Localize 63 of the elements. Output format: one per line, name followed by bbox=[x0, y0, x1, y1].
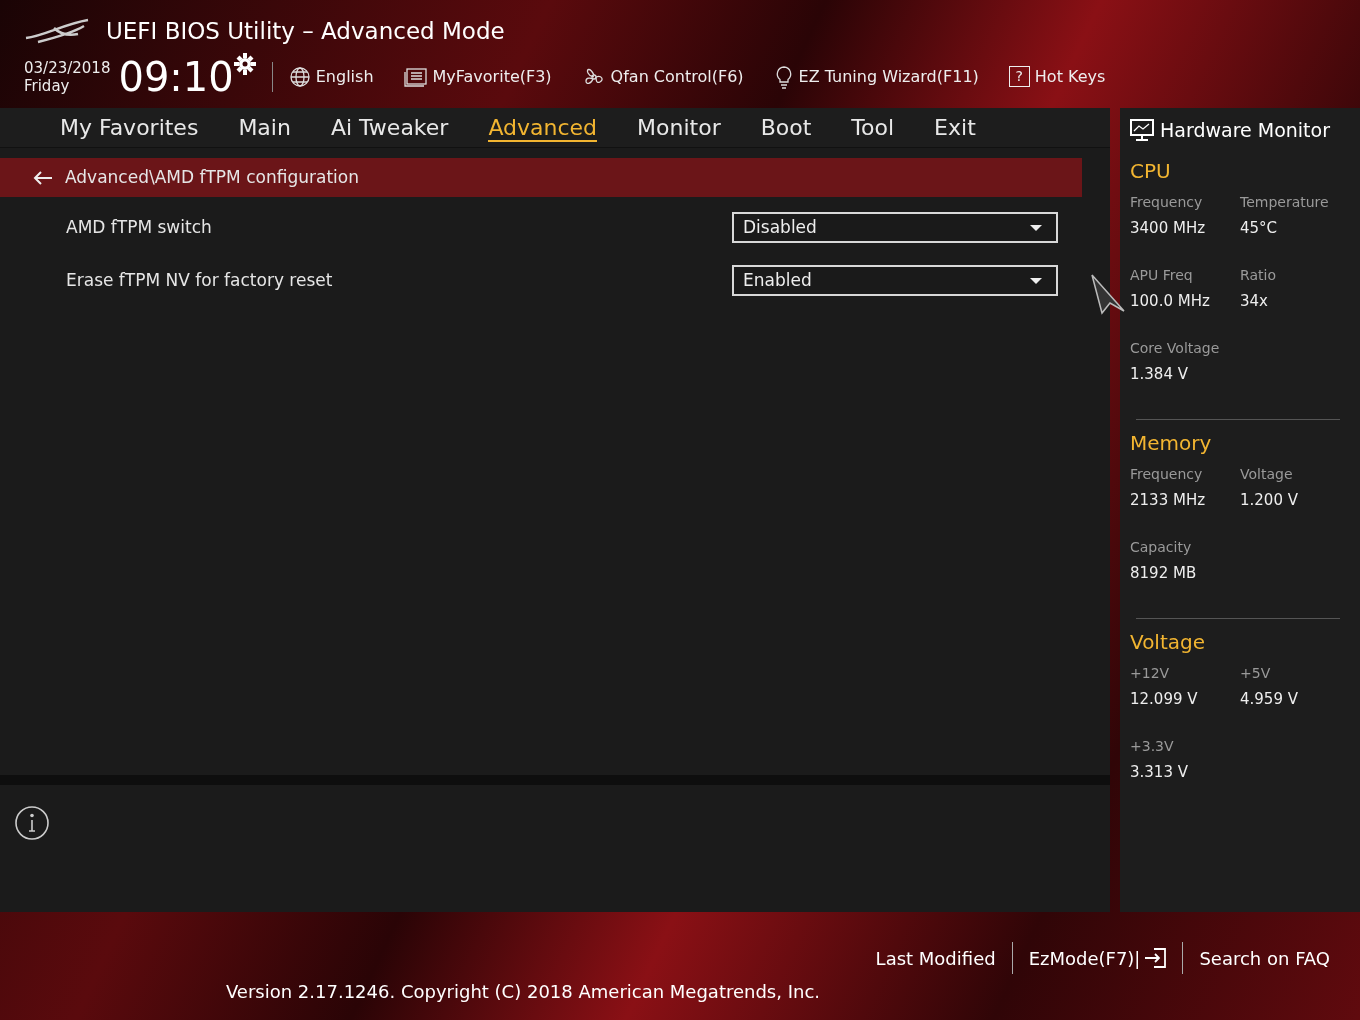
reading-value: 1.200 V bbox=[1240, 490, 1299, 511]
menu-tab[interactable]: Advanced bbox=[468, 108, 618, 147]
caret-icon bbox=[1030, 277, 1042, 284]
reading-label: Frequency bbox=[1130, 193, 1204, 212]
monitor-icon bbox=[1130, 119, 1154, 141]
setting-label: AMD fTPM switch bbox=[66, 215, 212, 239]
toolbar-button[interactable]: English bbox=[288, 64, 374, 89]
reading-label: Capacity bbox=[1130, 538, 1193, 557]
reading-value: 100.0 MHz bbox=[1130, 291, 1211, 312]
panel-title: Hardware Monitor bbox=[1160, 117, 1330, 143]
back-arrow-icon[interactable] bbox=[33, 169, 53, 186]
breadcrumb-path: Advanced\AMD fTPM configuration bbox=[65, 165, 359, 189]
footer-button[interactable]: Search on FAQ bbox=[1183, 944, 1346, 972]
settings-icon bbox=[233, 52, 256, 75]
globe-icon bbox=[288, 65, 311, 88]
setting-label: Erase fTPM NV for factory reset bbox=[66, 268, 333, 292]
section-title: Memory bbox=[1130, 430, 1213, 457]
reading-label: Frequency bbox=[1130, 465, 1204, 484]
menu-tab[interactable]: Exit bbox=[914, 108, 996, 147]
reading-value: 12.099 V bbox=[1130, 689, 1199, 710]
reading-value: 45°C bbox=[1240, 218, 1279, 239]
window-title: UEFI BIOS Utility – Advanced Mode bbox=[106, 17, 505, 46]
reading-value: 3400 MHz bbox=[1130, 218, 1207, 239]
reading-label: +3.3V bbox=[1130, 737, 1175, 756]
reading-label: Temperature bbox=[1240, 193, 1330, 212]
reading-value: 8192 MB bbox=[1130, 563, 1198, 584]
toolbar-button[interactable]: EZ Tuning Wizard(F11) bbox=[773, 64, 979, 89]
menu-tab[interactable]: Main bbox=[218, 108, 311, 147]
reading-label: +12V bbox=[1130, 664, 1171, 683]
info-icon bbox=[14, 805, 50, 841]
reading-value: 4.959 V bbox=[1240, 689, 1299, 710]
date-text: 03/23/2018 bbox=[24, 58, 111, 77]
reading-label: Ratio bbox=[1240, 266, 1277, 285]
menu-tab[interactable]: Boot bbox=[740, 108, 832, 147]
caret-icon bbox=[1030, 224, 1042, 231]
version-text: Version 2.17.1246. Copyright (C) 2018 American Megatrends, Inc. bbox=[225, 980, 821, 1004]
reading-label: APU Freq bbox=[1130, 266, 1194, 285]
menu-tab[interactable]: Monitor bbox=[617, 108, 741, 147]
toolbar-button[interactable]: Qfan Control(F6) bbox=[581, 64, 744, 89]
toolbar-button[interactable]: ? Hot Keys bbox=[1008, 64, 1106, 89]
help-key-icon: ? bbox=[1008, 66, 1030, 87]
reading-value: 1.384 V bbox=[1130, 364, 1189, 385]
dropdown-field[interactable]: Enabled bbox=[732, 265, 1058, 296]
reading-label: Core Voltage bbox=[1130, 339, 1221, 358]
reading-label: Voltage bbox=[1240, 465, 1294, 484]
reading-value: 2133 MHz bbox=[1130, 490, 1207, 511]
footer-button[interactable]: EzMode(F7)| bbox=[1012, 944, 1183, 972]
reading-value: 3.313 V bbox=[1130, 762, 1189, 783]
exit-icon bbox=[1144, 948, 1167, 968]
section-title: CPU bbox=[1130, 158, 1172, 185]
menu-tab[interactable]: Tool bbox=[831, 108, 915, 147]
section-title: Voltage bbox=[1130, 629, 1207, 656]
mouse-pointer-icon bbox=[1090, 273, 1126, 315]
weekday-text: Friday bbox=[24, 76, 71, 95]
list-icon bbox=[403, 66, 428, 87]
footer-button[interactable]: Last Modified bbox=[859, 944, 1012, 972]
clock-time: 09:10 bbox=[118, 56, 234, 97]
menu-tab[interactable]: My Favorites bbox=[40, 108, 219, 147]
reading-value: 34x bbox=[1240, 291, 1269, 312]
reading-label: +5V bbox=[1240, 664, 1272, 683]
dropdown-field[interactable]: Disabled bbox=[732, 212, 1058, 243]
menu-tab[interactable]: Ai Tweaker bbox=[310, 108, 469, 147]
toolbar-button[interactable]: MyFavorite(F3) bbox=[403, 64, 552, 89]
